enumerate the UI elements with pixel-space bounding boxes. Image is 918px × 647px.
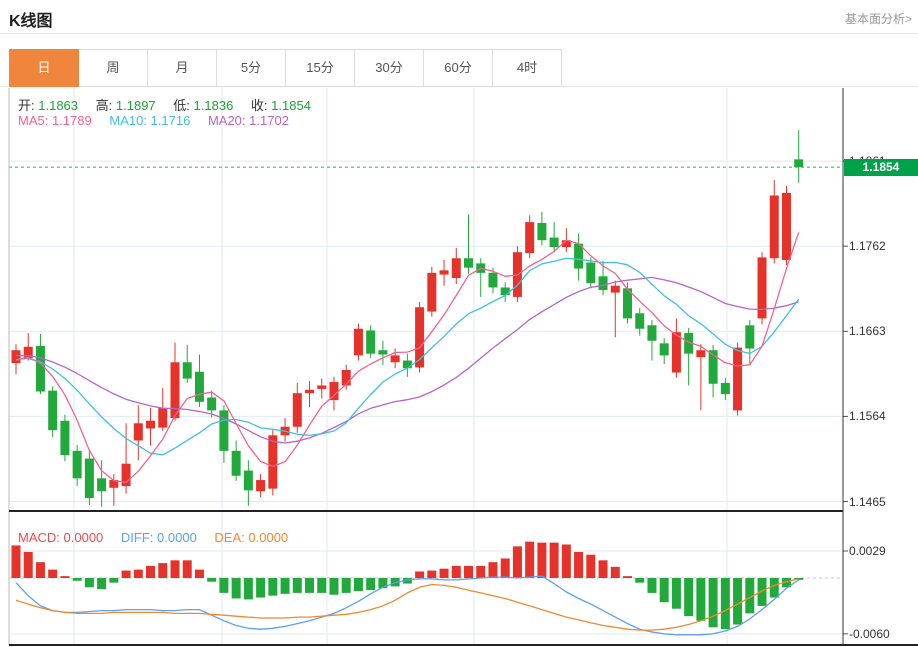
ma10-label: MA10: bbox=[109, 113, 147, 128]
close-value: 1.1854 bbox=[271, 98, 311, 113]
ma10-value: 1.1716 bbox=[151, 113, 191, 128]
ma-legend: MA5: 1.1789 MA10: 1.1716 MA20: 1.1702 bbox=[18, 113, 303, 128]
diff-label: DIFF: bbox=[121, 530, 154, 545]
high-value: 1.1897 bbox=[116, 98, 156, 113]
tab-month[interactable]: 月 bbox=[147, 49, 217, 87]
macd-value: 0.0000 bbox=[64, 530, 104, 545]
dea-label: DEA: bbox=[214, 530, 244, 545]
macd-legend: MACD: 0.0000 DIFF: 0.0000 DEA: 0.0000 bbox=[18, 530, 302, 545]
ma20-value: 1.1702 bbox=[249, 113, 289, 128]
axis-tick-label: 1.1564 bbox=[849, 409, 886, 423]
diff-value: 0.0000 bbox=[157, 530, 197, 545]
tab-30min[interactable]: 30分 bbox=[354, 49, 424, 87]
kline-widget: K线图 基本面分析> 日 周 月 5分 15分 30分 60分 4时 开: 1.… bbox=[0, 0, 918, 647]
tab-day[interactable]: 日 bbox=[9, 49, 79, 87]
ohlc-legend: 开: 1.1863 高: 1.1897 低: 1.1836 收: 1.1854 bbox=[18, 95, 325, 114]
axis-tick-label: -0.0060 bbox=[849, 627, 890, 641]
open-value: 1.1863 bbox=[38, 98, 78, 113]
close-label: 收: bbox=[251, 98, 268, 113]
fundamental-analysis-link[interactable]: 基本面分析> bbox=[845, 10, 912, 27]
tab-60min[interactable]: 60分 bbox=[423, 49, 493, 87]
current-price-tag: 1.1854 bbox=[844, 159, 918, 176]
axis-tick-label: 0.0029 bbox=[849, 544, 886, 558]
tab-week[interactable]: 周 bbox=[78, 49, 148, 87]
macd-label: MACD: bbox=[18, 530, 60, 545]
tab-5min[interactable]: 5分 bbox=[216, 49, 286, 87]
low-value: 1.1836 bbox=[194, 98, 234, 113]
ma20-label: MA20: bbox=[208, 113, 246, 128]
header-divider bbox=[0, 33, 918, 34]
high-label: 高: bbox=[96, 98, 113, 113]
open-label: 开: bbox=[18, 98, 35, 113]
tab-4hour[interactable]: 4时 bbox=[492, 49, 562, 87]
ma5-value: 1.1789 bbox=[52, 113, 92, 128]
axis-tick-label: 1.1465 bbox=[849, 495, 886, 509]
axis-tick-label: 1.1762 bbox=[849, 239, 886, 253]
low-label: 低: bbox=[173, 98, 190, 113]
tab-15min[interactable]: 15分 bbox=[285, 49, 355, 87]
period-tabbar: 日 周 月 5分 15分 30分 60分 4时 bbox=[9, 49, 562, 87]
page-title: K线图 bbox=[9, 7, 53, 31]
dea-value: 0.0000 bbox=[248, 530, 288, 545]
axis-tick-label: 1.1663 bbox=[849, 324, 886, 338]
ma5-label: MA5: bbox=[18, 113, 48, 128]
